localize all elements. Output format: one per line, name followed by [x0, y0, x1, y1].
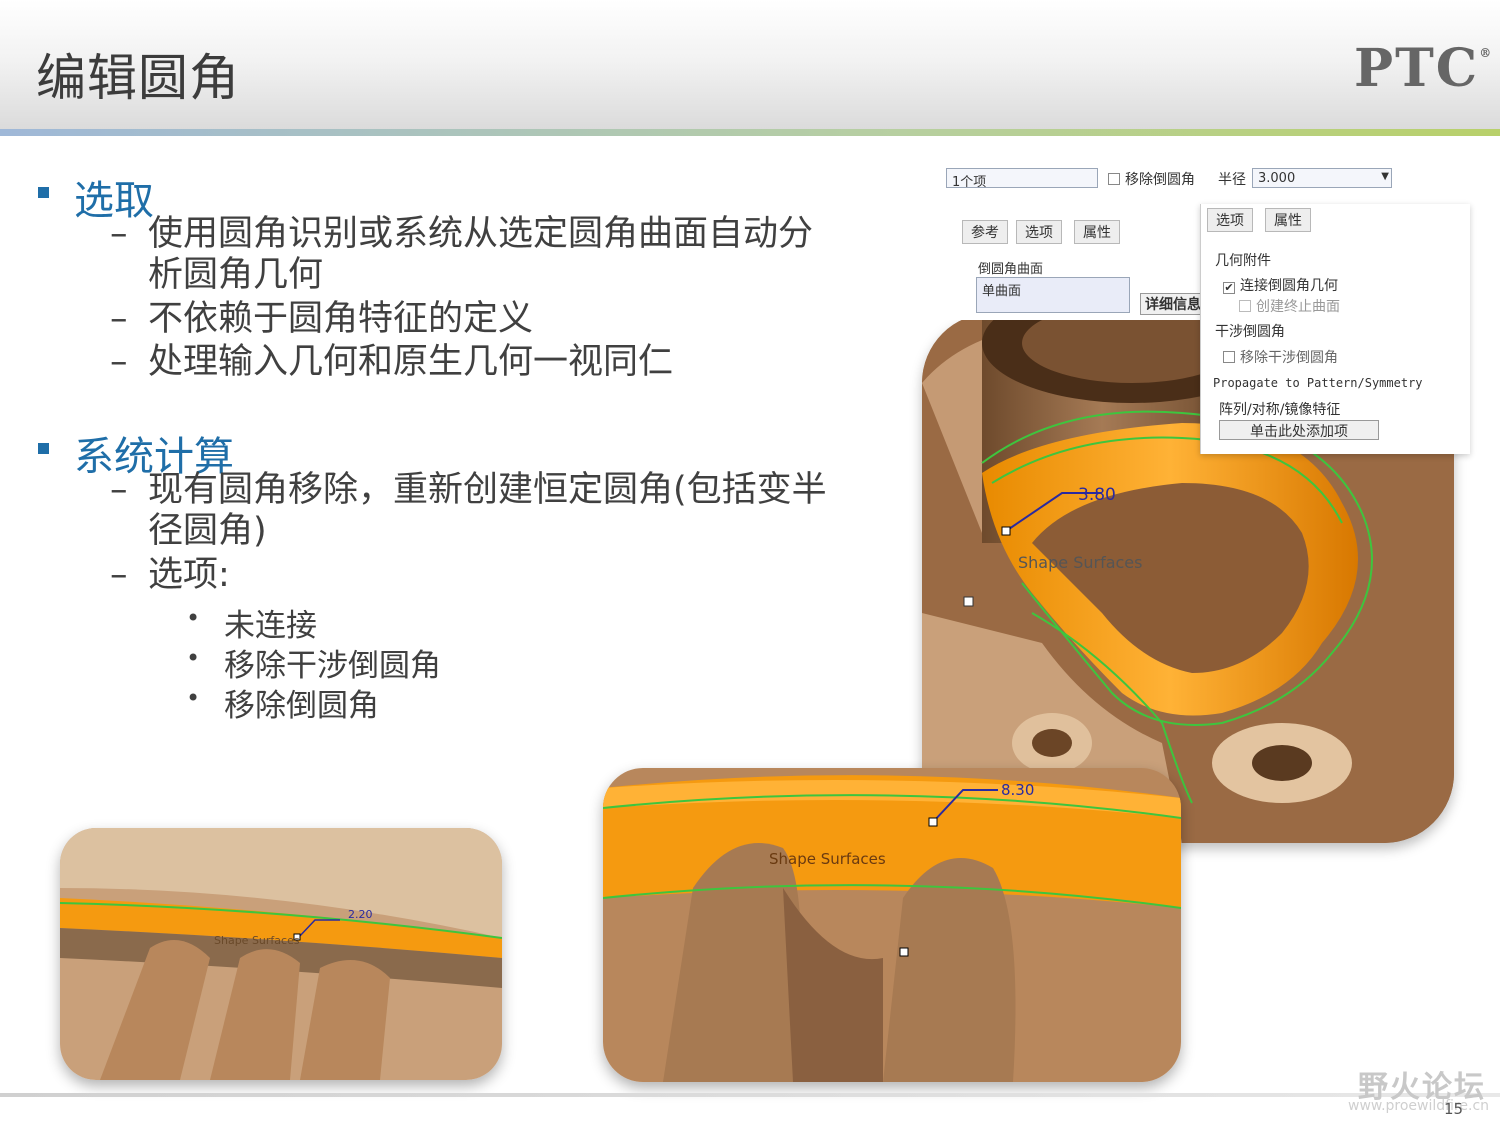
add-item-button[interactable]: 单击此处添加项 — [1219, 420, 1379, 440]
dimension-label: 2.20 — [348, 908, 373, 921]
bullet-item-line: 径圆角) — [148, 511, 267, 551]
dash-marker: – — [110, 299, 128, 339]
round-surface-list[interactable]: 单曲面 — [976, 277, 1130, 313]
bullet-item-line: 不依赖于圆角特征的定义 — [148, 299, 534, 339]
dash-marker: – — [110, 555, 128, 595]
interference-group-label: 干涉倒圆角 — [1215, 324, 1285, 340]
cad-view-left: 2.20 Shape Surfaces — [60, 828, 502, 1080]
dot-marker: • — [186, 604, 201, 632]
create-stop-surface-option[interactable]: 创建终止曲面 — [1239, 296, 1340, 316]
bullet-item: – 不依赖于圆角特征的定义 — [110, 299, 533, 340]
dimension-label: 8.30 — [1001, 781, 1035, 799]
tab-options-active[interactable]: 选项 — [1207, 208, 1253, 232]
cad-middle-drawing — [603, 768, 1181, 1082]
radius-value: 3.000 — [1258, 171, 1296, 186]
surface-label: Shape Surfaces — [214, 934, 300, 947]
bullet-item-line: 现有圆角移除，重新创建恒定圆角(包括变半 — [148, 470, 827, 510]
dash-marker: – — [110, 470, 128, 510]
bullet-square-icon — [38, 443, 49, 454]
tab-properties[interactable]: 属性 — [1074, 220, 1120, 244]
details-button[interactable]: 详细信息 — [1140, 293, 1206, 315]
remove-round-option[interactable]: 移除倒圆角 — [1108, 169, 1195, 189]
geometry-group-label: 几何附件 — [1215, 253, 1271, 269]
dash-marker: – — [110, 214, 128, 254]
propagate-label: Propagate to Pattern/Symmetry — [1213, 376, 1423, 390]
surface-label: Shape Surfaces — [1018, 553, 1143, 572]
remove-interference-option[interactable]: 移除干涉倒圆角 — [1223, 347, 1338, 367]
bullet-item: – 选项: — [110, 555, 230, 596]
cad-left-drawing — [60, 828, 502, 1080]
watermark-url: www.proewildfire.cn — [1348, 1098, 1490, 1114]
bullet-item-line: 处理输入几何和原生几何一视同仁 — [148, 342, 674, 382]
bullet-item-line: 选项: — [148, 555, 230, 595]
surface-label: Shape Surfaces — [769, 850, 886, 868]
logo-registered-mark: ® — [1479, 46, 1492, 60]
checkbox-icon[interactable] — [1239, 300, 1251, 312]
checkbox-icon[interactable] — [1108, 173, 1120, 185]
sub-bullet-item: • 移除干涉倒圆角 — [186, 640, 441, 685]
round-surface-label: 倒圆角曲面 — [978, 262, 1044, 277]
bullet-square-icon — [38, 187, 49, 198]
radius-input[interactable]: 3.000 ▼ — [1252, 168, 1392, 188]
bullet-item: – 现有圆角移除，重新创建恒定圆角(包括变半 径圆角) — [110, 470, 827, 552]
pattern-label: 阵列/对称/镜像特征 — [1219, 402, 1341, 418]
remove-interference-label: 移除干涉倒圆角 — [1240, 350, 1338, 366]
tab-properties[interactable]: 属性 — [1265, 208, 1311, 232]
connect-geometry-label: 连接倒圆角几何 — [1240, 278, 1338, 294]
cad-view-middle: 8.30 Shape Surfaces — [603, 768, 1181, 1082]
dash-marker: – — [110, 342, 128, 382]
ptc-logo: PTC® — [1354, 38, 1491, 99]
tab-options[interactable]: 选项 — [1016, 220, 1062, 244]
bullet-item-line: 析圆角几何 — [148, 255, 324, 295]
sub-bullet-text: 移除干涉倒圆角 — [224, 648, 441, 684]
sub-bullet-item: • 未连接 — [186, 600, 317, 645]
sub-bullet-text: 移除倒圆角 — [224, 688, 379, 724]
dot-marker: • — [186, 684, 201, 712]
sub-bullet-text: 未连接 — [224, 608, 317, 644]
logo-text: PTC — [1354, 38, 1480, 99]
create-stop-surface-label: 创建终止曲面 — [1256, 299, 1340, 315]
checkbox-icon[interactable] — [1223, 351, 1235, 363]
slide-title: 编辑圆角 — [36, 49, 240, 107]
checkbox-checked-icon[interactable]: ✔ — [1223, 282, 1235, 294]
footer-divider — [0, 1093, 1500, 1097]
selection-field[interactable]: 1个项 — [946, 168, 1098, 190]
dot-marker: • — [186, 644, 201, 672]
remove-round-label: 移除倒圆角 — [1125, 172, 1195, 188]
options-panel: 选项 属性 几何附件 ✔ 连接倒圆角几何 创建终止曲面 干涉倒圆角 移除干涉倒圆角… — [1200, 204, 1470, 454]
dimension-label: 3.80 — [1078, 485, 1116, 505]
connect-geometry-option[interactable]: ✔ 连接倒圆角几何 — [1223, 275, 1338, 295]
chevron-down-icon[interactable]: ▼ — [1381, 171, 1389, 182]
header-divider — [0, 129, 1500, 136]
bullet-item: – 处理输入几何和原生几何一视同仁 — [110, 342, 673, 383]
sub-bullet-item: • 移除倒圆角 — [186, 680, 379, 725]
round-surface-value: 单曲面 — [982, 284, 1022, 299]
radius-label: 半径 — [1218, 172, 1246, 188]
tab-references[interactable]: 参考 — [962, 220, 1008, 244]
bullet-item-line: 使用圆角识别或系统从选定圆角曲面自动分 — [148, 214, 814, 254]
page-number: 15 — [1444, 1100, 1464, 1118]
bullet-item: – 使用圆角识别或系统从选定圆角曲面自动分 析圆角几何 — [110, 214, 813, 296]
